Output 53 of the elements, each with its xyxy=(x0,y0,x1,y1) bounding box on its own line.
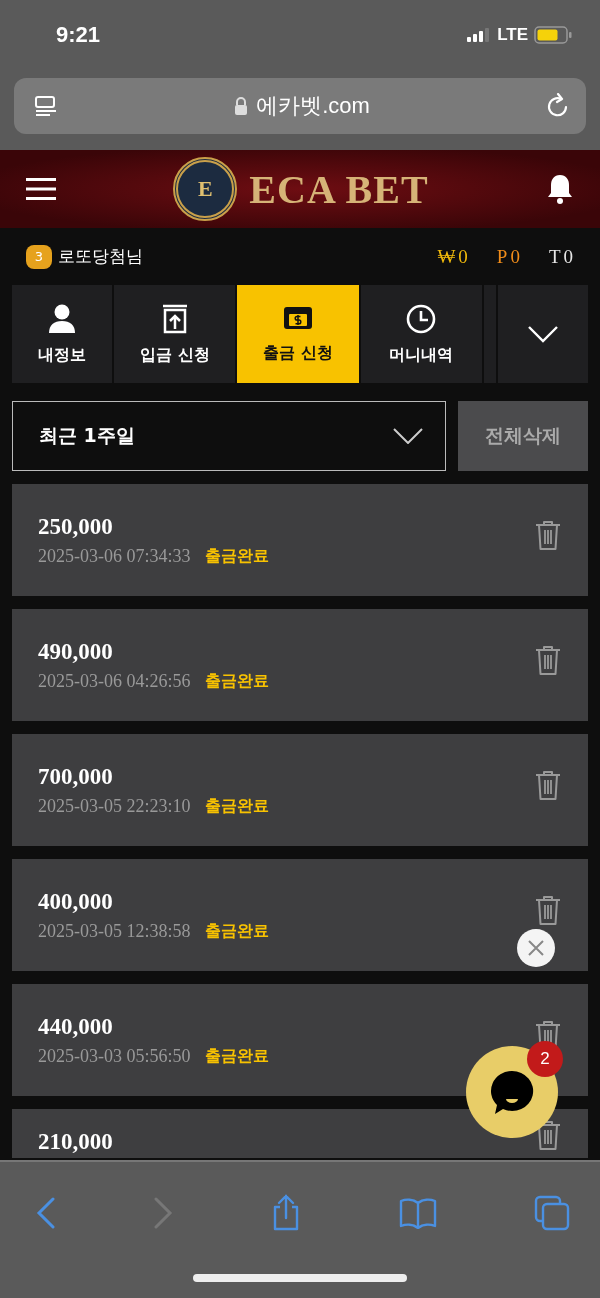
amount: 440,000 xyxy=(38,1013,114,1040)
period-dropdown[interactable]: 최근 1주일 xyxy=(12,401,446,471)
datetime: 2025-03-06 04:26:56 xyxy=(38,670,191,692)
menu-icon[interactable] xyxy=(26,178,56,200)
nav-tab[interactable]: 머니내역 xyxy=(360,285,482,383)
clock-icon xyxy=(405,302,438,335)
chevron-down-icon xyxy=(393,428,423,444)
amount: 700,000 xyxy=(38,763,114,790)
trash-icon[interactable] xyxy=(534,894,562,926)
battery-icon xyxy=(534,26,572,44)
reader-icon[interactable] xyxy=(34,95,58,117)
amount: 400,000 xyxy=(38,888,114,915)
person-icon xyxy=(47,302,78,335)
balance-value: P0 xyxy=(496,245,523,268)
chevron-down-icon xyxy=(526,325,559,343)
tabs-icon[interactable] xyxy=(534,1195,570,1231)
status-label: 출금완료 xyxy=(204,1045,269,1067)
datetime: 2025-03-05 22:23:10 xyxy=(38,795,191,817)
datetime: 2025-03-05 12:38:58 xyxy=(38,920,191,942)
trash-icon[interactable] xyxy=(534,644,562,676)
bell-icon[interactable] xyxy=(546,173,574,205)
logo-emblem: E xyxy=(173,157,238,221)
status-label: 출금완료 xyxy=(204,920,269,942)
datetime: 2025-03-03 05:56:50 xyxy=(38,1045,191,1067)
lock-icon xyxy=(234,97,249,115)
address-bar[interactable]: 에카벳.com xyxy=(14,78,586,134)
datetime: 2025-03-06 07:34:33 xyxy=(38,545,191,567)
status-label: 출금완료 xyxy=(204,545,269,567)
amount: 490,000 xyxy=(38,638,114,665)
reload-icon[interactable] xyxy=(546,93,570,119)
balance-value: T0 xyxy=(548,245,576,268)
delete-all-button[interactable]: 전체삭제 xyxy=(458,401,588,471)
signal-icon xyxy=(467,28,492,42)
nav-tab[interactable]: 내정보 xyxy=(12,285,113,383)
status-label: 출금완료 xyxy=(204,795,269,817)
brand-logo: ECA BET xyxy=(249,165,429,213)
amount: 210,000 xyxy=(38,1129,113,1155)
level-badge: 3 xyxy=(26,244,52,269)
balance-value: ₩0 xyxy=(437,245,471,268)
nav-tab[interactable]: 입금 신청 xyxy=(114,285,236,383)
status-time: 9:21 xyxy=(56,22,101,48)
trash-icon[interactable] xyxy=(534,769,562,801)
nav-tab[interactable]: 출금 신청 xyxy=(237,285,359,383)
bookmarks-icon[interactable] xyxy=(399,1197,437,1229)
username: 로또당첨님 xyxy=(58,245,143,268)
amount: 250,000 xyxy=(38,513,114,540)
chat-bubble-icon xyxy=(489,1069,535,1115)
url-text: 에카벳.com xyxy=(256,92,370,120)
close-icon xyxy=(527,939,545,957)
status-label: 출금완료 xyxy=(204,670,269,692)
back-icon[interactable] xyxy=(36,1197,56,1229)
network-label: LTE xyxy=(497,25,528,45)
trash-icon[interactable] xyxy=(534,519,562,551)
